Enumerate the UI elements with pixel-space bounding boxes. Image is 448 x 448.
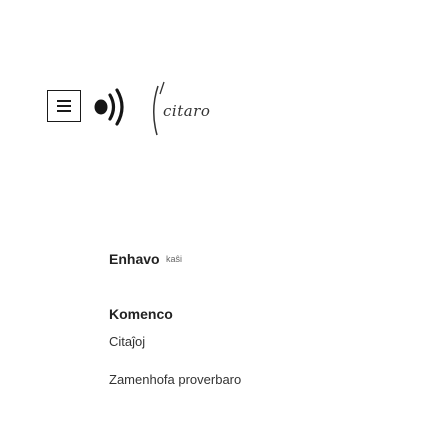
hamburger-menu-icon bbox=[57, 100, 71, 112]
logo-wordmark[interactable]: citaro bbox=[145, 80, 210, 145]
logo-text: citaro bbox=[163, 102, 211, 120]
list-item-citajoj[interactable]: Citaĵoj bbox=[109, 334, 145, 349]
hide-toggle[interactable]: kaŝi bbox=[166, 254, 182, 264]
speaker-sound-waves-icon bbox=[94, 88, 124, 126]
list-item-zamenhofa-proverbaro[interactable]: Zamenhofa proverbaro bbox=[109, 372, 241, 387]
contents-heading: Enhavo bbox=[109, 251, 160, 267]
logo-bracket-icon bbox=[153, 81, 165, 136]
list-item-komenco[interactable]: Komenco bbox=[109, 306, 173, 322]
page: citaro Enhavo kaŝi Komenco Citaĵoj Zamen… bbox=[0, 0, 448, 448]
menu-button[interactable] bbox=[47, 90, 81, 122]
logo-link[interactable] bbox=[90, 82, 136, 135]
